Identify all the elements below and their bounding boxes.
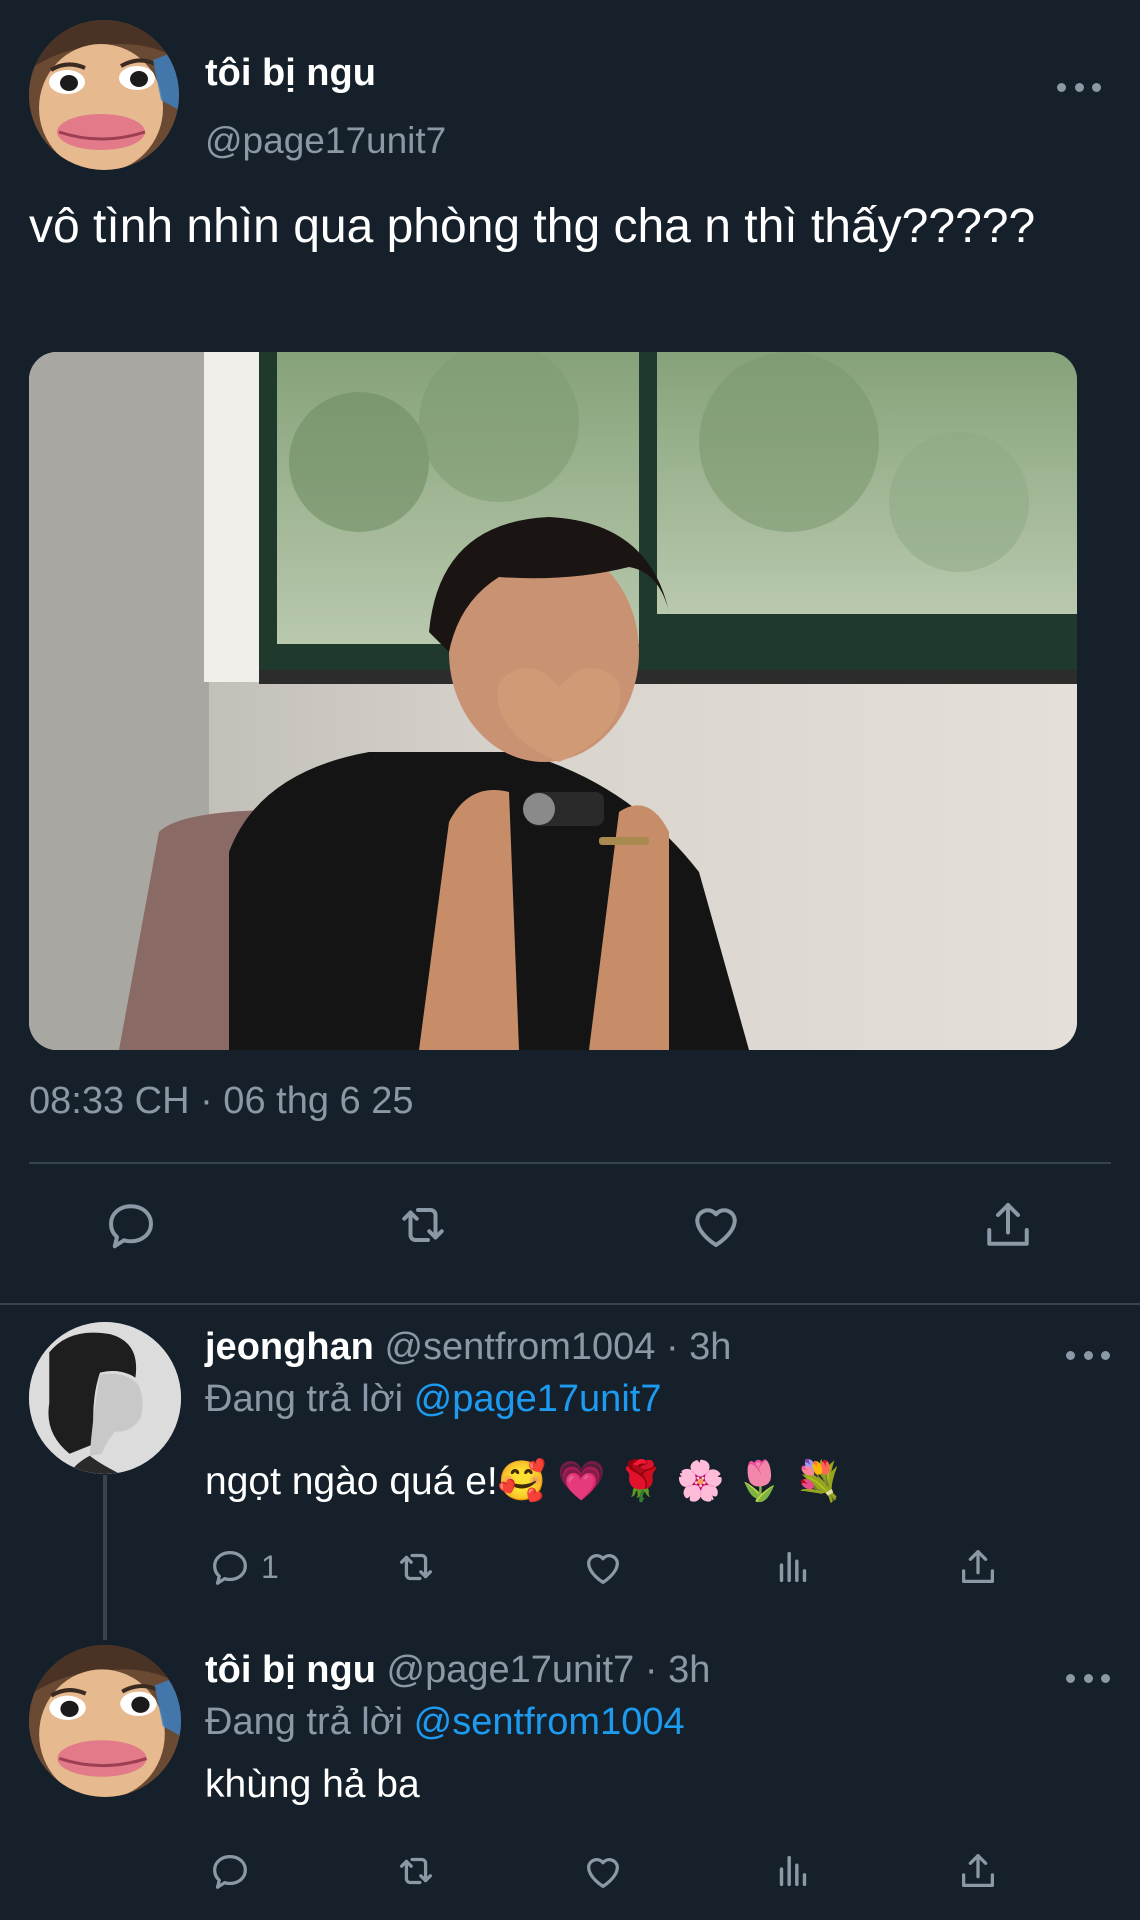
display-name[interactable]: tôi bị ngu — [205, 52, 376, 95]
tweet-timestamp[interactable]: 08:33 CH · 06 thg 6 25 — [29, 1080, 413, 1123]
reply-meta: tôi bị ngu @page17unit7 · 3h — [205, 1649, 710, 1692]
user-handle[interactable]: @sentfrom1004 — [384, 1326, 655, 1368]
replying-to: Đang trả lời @page17unit7 — [205, 1378, 661, 1421]
tweet-detail-page: tôi bị ngu @page17unit7 vô tình nhìn qua… — [0, 0, 1140, 1920]
share-icon[interactable] — [978, 1195, 1038, 1255]
reply-time[interactable]: 3h — [668, 1649, 710, 1691]
main-tweet-header: tôi bị ngu @page17unit7 — [29, 20, 1111, 170]
share-icon[interactable] — [955, 1542, 1001, 1592]
mention-link[interactable]: @sentfrom1004 — [414, 1701, 685, 1743]
display-name[interactable]: tôi bị ngu — [205, 1649, 376, 1691]
replying-prefix: Đang trả lời — [205, 1378, 414, 1420]
more-options-icon[interactable] — [1066, 1340, 1110, 1370]
retweet-icon[interactable] — [393, 1846, 439, 1896]
reply-text: ngọt ngào quá e!🥰 💗 🌹 🌸 🌷 💐 — [205, 1460, 844, 1503]
retweet-icon[interactable] — [393, 1195, 453, 1255]
meta-separator: · — [655, 1326, 690, 1368]
reply-meta: jeonghan @sentfrom1004 · 3h — [205, 1326, 731, 1369]
more-options-icon[interactable] — [1057, 72, 1101, 102]
mention-link[interactable]: @page17unit7 — [414, 1378, 662, 1420]
reply-icon[interactable] — [101, 1195, 161, 1255]
reply-count: 1 — [261, 1548, 279, 1585]
share-icon[interactable] — [955, 1846, 1001, 1896]
divider — [29, 1162, 1111, 1164]
heart-icon[interactable] — [580, 1846, 626, 1896]
reply-item[interactable]: tôi bị ngu @page17unit7 · 3h Đang trả lờ… — [0, 1645, 1140, 1845]
reply-actions — [0, 1846, 1140, 1902]
retweet-icon[interactable] — [393, 1542, 439, 1592]
reply-actions: 1 — [0, 1542, 1140, 1598]
replying-prefix: Đang trả lời — [205, 1701, 414, 1743]
heart-icon[interactable] — [580, 1542, 626, 1592]
reply-button[interactable]: 1 — [207, 1542, 279, 1592]
reply-text: khùng hả ba — [205, 1763, 420, 1806]
tweet-photo[interactable] — [29, 352, 1077, 1050]
heart-icon[interactable] — [686, 1195, 746, 1255]
avatar[interactable] — [29, 1645, 181, 1797]
analytics-icon[interactable] — [770, 1846, 816, 1896]
reply-time[interactable]: 3h — [689, 1326, 731, 1368]
main-tweet-actions — [0, 1195, 1140, 1267]
user-handle[interactable]: @page17unit7 — [205, 120, 446, 162]
avatar[interactable] — [29, 1322, 181, 1474]
more-options-icon[interactable] — [1066, 1663, 1110, 1693]
avatar[interactable] — [29, 20, 179, 170]
display-name[interactable]: jeonghan — [205, 1326, 374, 1368]
divider — [0, 1303, 1140, 1305]
meta-separator: · — [634, 1649, 669, 1691]
reply-icon[interactable] — [207, 1846, 253, 1896]
analytics-icon[interactable] — [770, 1542, 816, 1592]
reply-icon — [213, 1550, 247, 1585]
user-handle[interactable]: @page17unit7 — [387, 1649, 635, 1691]
tweet-text: vô tình nhìn qua phòng thg cha n thì thấ… — [29, 200, 1036, 253]
replying-to: Đang trả lời @sentfrom1004 — [205, 1701, 685, 1744]
